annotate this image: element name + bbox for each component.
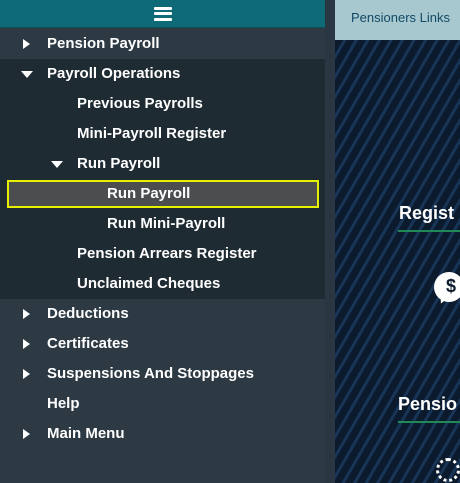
- menu-item-label: Mini-Payroll Register: [77, 125, 227, 142]
- caret-right-icon: [23, 339, 30, 349]
- menu-item-label: Suspensions And Stoppages: [47, 365, 254, 382]
- menu-item-previous-payrolls[interactable]: Previous Payrolls: [0, 89, 325, 119]
- sidebar-header: [0, 0, 325, 28]
- menu-item-label: Help: [47, 395, 80, 412]
- menu-item-suspensions-and-stoppages[interactable]: Suspensions And Stoppages: [0, 359, 325, 389]
- menu-item-label: Run Payroll: [77, 155, 161, 172]
- menu-item-pension-arrears-register[interactable]: Pension Arrears Register: [0, 239, 325, 269]
- caret-right-icon: [23, 39, 30, 49]
- menu-item-run-payroll-group[interactable]: Run Payroll: [0, 149, 325, 179]
- menu-item-label: Unclaimed Cheques: [77, 275, 221, 292]
- caret-right-icon: [23, 309, 30, 319]
- menu-item-label: Main Menu: [47, 425, 125, 442]
- gear-icon[interactable]: [436, 458, 460, 482]
- menu-item-main-menu[interactable]: Main Menu: [0, 419, 325, 449]
- menu-item-unclaimed-cheques[interactable]: Unclaimed Cheques: [0, 269, 325, 299]
- menu-item-label: Pension Payroll: [47, 35, 160, 52]
- heading-underline: [398, 421, 460, 423]
- caret-right-icon: [23, 429, 30, 439]
- tab-bar: Pensioners Links: [335, 0, 460, 40]
- panel-divider: [325, 0, 335, 483]
- menu-item-label: Certificates: [47, 335, 129, 352]
- menu-item-label: Pension Arrears Register: [77, 245, 257, 262]
- menu-item-mini-payroll-register[interactable]: Mini-Payroll Register: [0, 119, 325, 149]
- hamburger-menu-icon[interactable]: [153, 6, 172, 21]
- menu-item-label: Run Payroll: [107, 185, 191, 202]
- caret-right-icon: [23, 369, 30, 379]
- section-heading-register: Regist: [399, 203, 455, 223]
- menu-item-help[interactable]: Help: [0, 389, 325, 419]
- menu-item-label: Payroll Operations: [47, 65, 181, 82]
- menu-item-run-payroll[interactable]: Run Payroll: [0, 179, 325, 209]
- caret-down-icon: [21, 71, 33, 78]
- menu-item-label: Run Mini-Payroll: [107, 215, 226, 232]
- caret-down-icon: [51, 161, 63, 168]
- heading-underline: [398, 230, 460, 232]
- menu-item-label: Previous Payrolls: [77, 95, 203, 112]
- menu-item-run-mini-payroll[interactable]: Run Mini-Payroll: [0, 209, 325, 239]
- menu-item-certificates[interactable]: Certificates: [0, 329, 325, 359]
- sidebar: Pension Payroll Payroll Operations Previ…: [0, 0, 325, 483]
- menu-item-deductions[interactable]: Deductions: [0, 299, 325, 329]
- section-heading-pension: Pensio: [398, 394, 458, 414]
- menu-item-payroll-operations[interactable]: Payroll Operations: [0, 59, 325, 89]
- menu-item-pension-payroll[interactable]: Pension Payroll: [0, 29, 325, 59]
- tab-pensioners-links[interactable]: Pensioners Links: [351, 10, 450, 25]
- menu-item-label: Deductions: [47, 305, 129, 322]
- sidebar-menu: Pension Payroll Payroll Operations Previ…: [0, 29, 325, 449]
- dollar-icon: $: [446, 276, 457, 296]
